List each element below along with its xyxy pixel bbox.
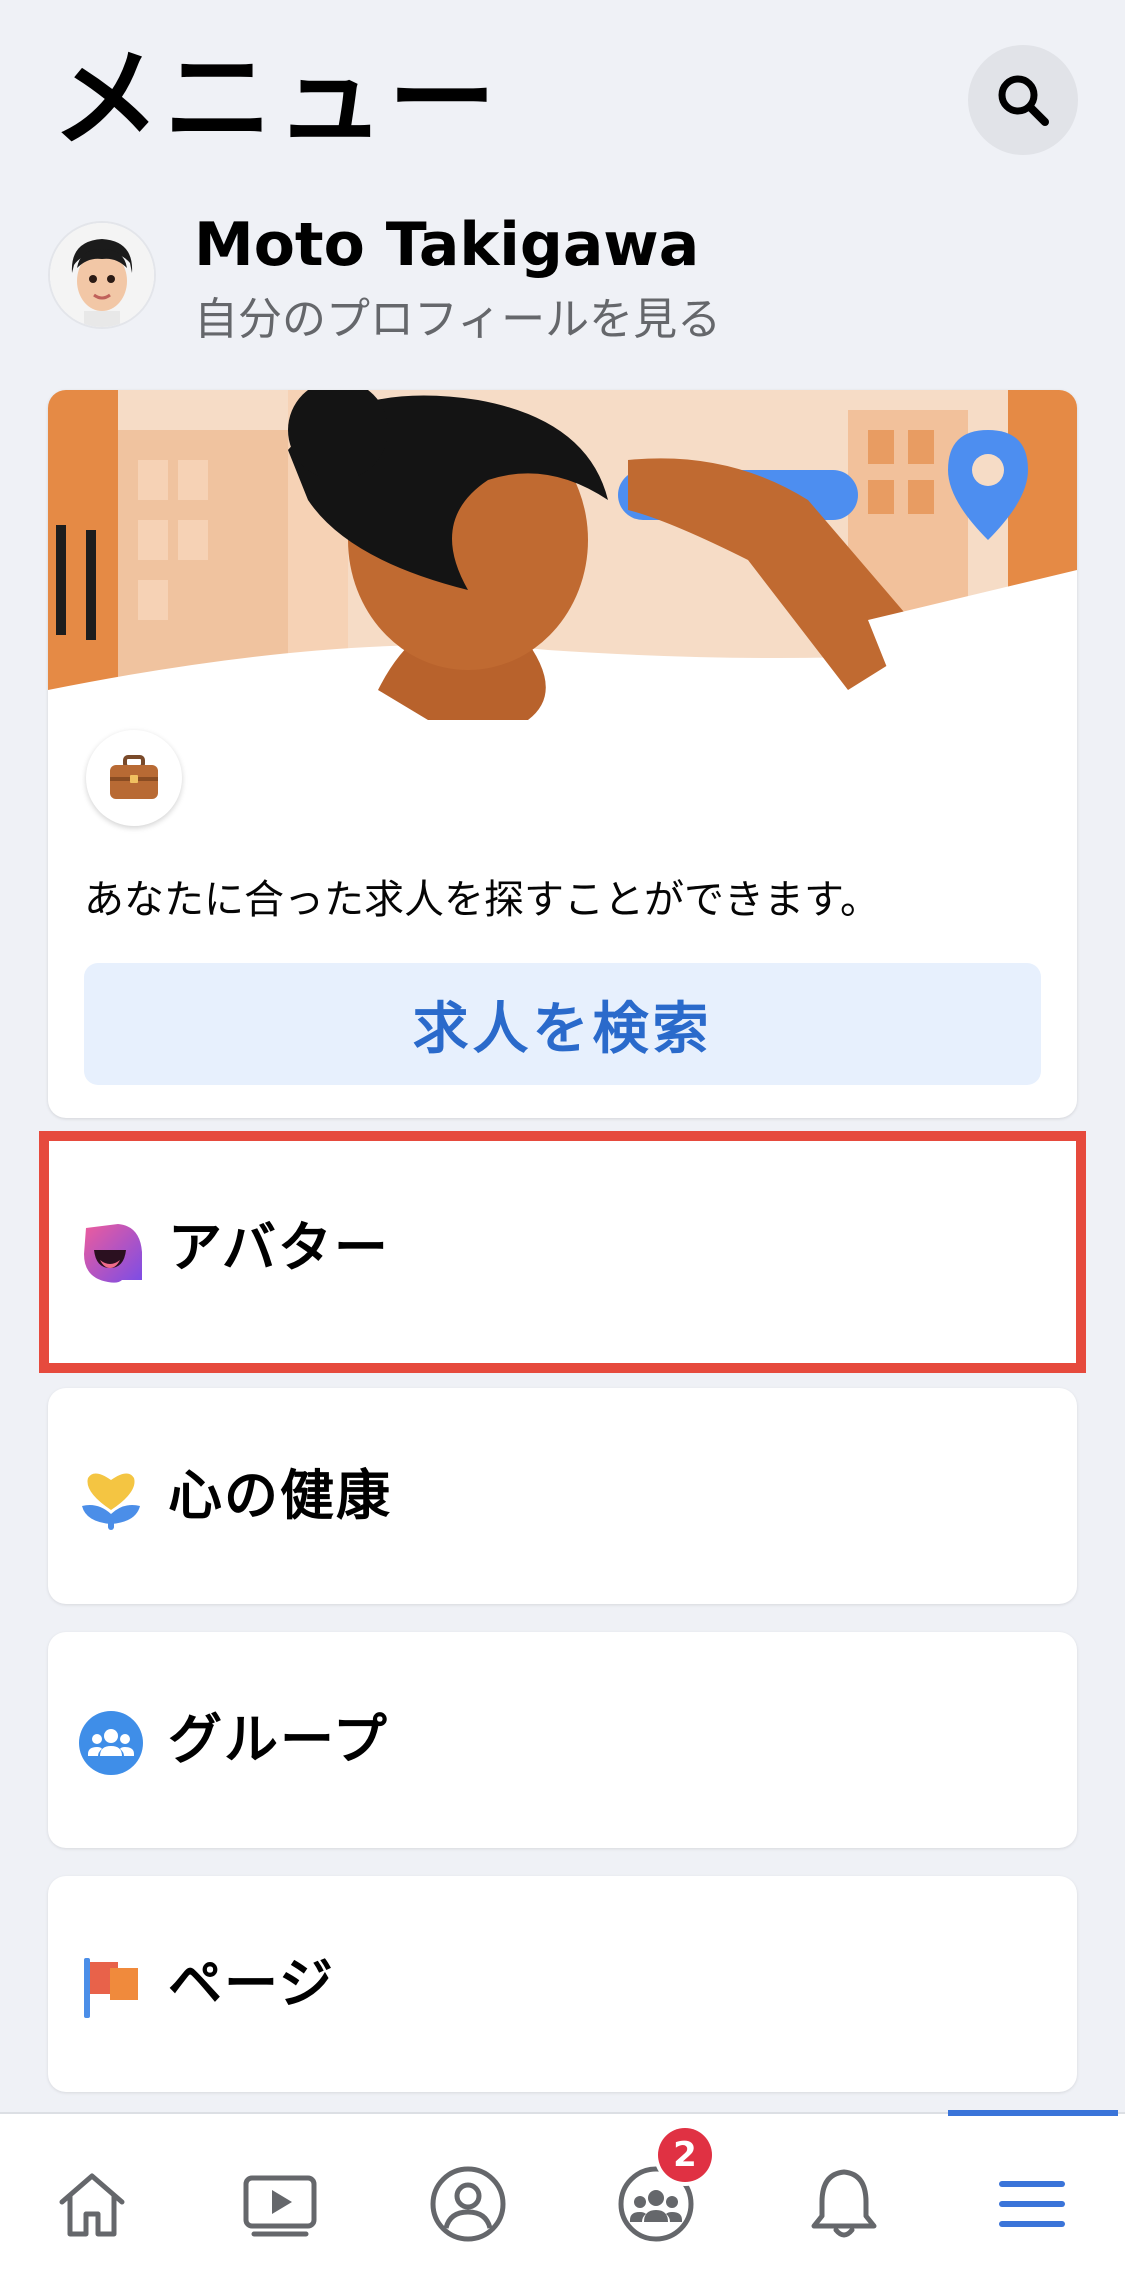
- profile-icon: [430, 2166, 506, 2242]
- bottom-navigation: 2: [0, 2110, 1125, 2290]
- menu-item-label: 心の健康: [168, 1464, 392, 1527]
- menu-item-pages[interactable]: ページ: [48, 1876, 1077, 2092]
- view-profile-link[interactable]: 自分のプロフィールを見る: [194, 290, 721, 350]
- menu-item-groups[interactable]: グループ: [48, 1632, 1077, 1848]
- avatar-icon: [84, 1224, 142, 1283]
- notification-badge: 2: [658, 2128, 712, 2182]
- heart-hands-icon: [82, 1473, 140, 1530]
- page-title: メニュー: [52, 37, 501, 162]
- hamburger-menu-icon: [999, 2181, 1065, 2227]
- nav-menu[interactable]: [972, 2144, 1092, 2264]
- nav-video[interactable]: [220, 2144, 340, 2264]
- menu-item-avatar[interactable]: アバター: [39, 1131, 1086, 1373]
- menu-item-mental-health[interactable]: 心の健康: [48, 1388, 1077, 1604]
- bell-icon: [811, 2169, 877, 2238]
- groups-icon: [79, 1711, 143, 1775]
- video-icon: [243, 2175, 317, 2237]
- avatar[interactable]: [50, 223, 154, 327]
- home-icon: [59, 2173, 125, 2237]
- flag-icon: [84, 1958, 138, 2018]
- briefcase-icon: [110, 755, 158, 799]
- active-tab-indicator: [948, 2110, 1118, 2116]
- menu-item-label: アバター: [168, 1216, 390, 1279]
- job-search-card: あなたに合った求人を探すことができます。 求人を検索: [48, 390, 1077, 1118]
- briefcase-badge: [86, 730, 182, 826]
- profile-name[interactable]: Moto Takigawa: [194, 205, 699, 285]
- menu-item-label: ページ: [168, 1952, 335, 2015]
- nav-home[interactable]: [32, 2144, 152, 2264]
- nav-profile[interactable]: [408, 2144, 528, 2264]
- job-illustration: [48, 390, 1077, 775]
- job-description: あなたに合った求人を探すことができます。: [84, 877, 880, 923]
- profile-row[interactable]: Moto Takigawa 自分のプロフィールを見る: [50, 205, 1050, 355]
- nav-notifications[interactable]: [784, 2144, 904, 2264]
- search-button[interactable]: [968, 45, 1078, 155]
- search-icon: [998, 75, 1049, 126]
- job-search-button[interactable]: 求人を検索: [84, 963, 1041, 1085]
- menu-item-label: グループ: [168, 1708, 389, 1771]
